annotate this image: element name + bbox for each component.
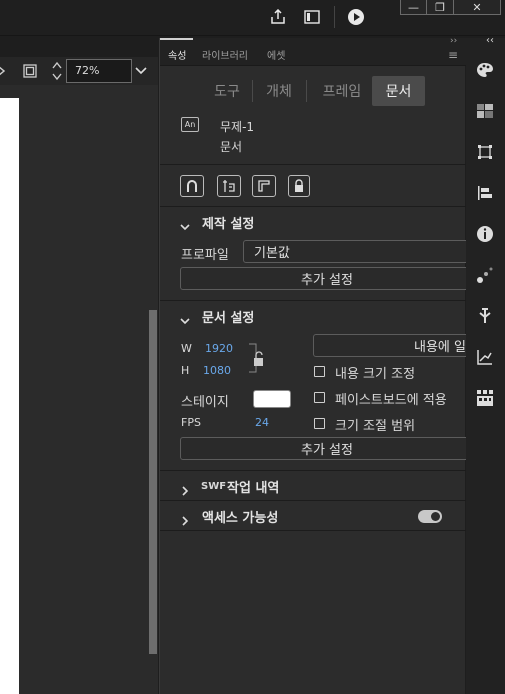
- height-value[interactable]: 1080: [203, 364, 231, 377]
- subtab-tool[interactable]: 도구: [202, 76, 252, 106]
- panel-collapse-icon[interactable]: ››: [450, 36, 457, 46]
- accessibility-header[interactable]: 액세스 가능성: [202, 507, 278, 526]
- tab-properties[interactable]: 속성: [168, 47, 186, 62]
- vertical-scrollbar[interactable]: [149, 310, 157, 654]
- chevron-down-icon[interactable]: [180, 311, 190, 325]
- panel-tabs: 속성 라이브러리 에셋 ›› ≡: [160, 36, 466, 66]
- profile-label: 프로파일: [181, 248, 229, 263]
- align-to-stage-icon[interactable]: [217, 175, 241, 197]
- active-tab-indicator: [160, 38, 193, 40]
- panel-icon-strip: ‹‹: [466, 35, 505, 694]
- components-icon[interactable]: [475, 306, 495, 326]
- height-label: H: [181, 364, 190, 377]
- apply-pasteboard-label: 페이스트보드에 적용: [335, 393, 447, 408]
- properties-panel: 속성 라이브러리 에셋 ›› ≡ 도구 개체 프레임 문서 An 무제-1 문서…: [159, 36, 474, 694]
- swatches-icon[interactable]: [475, 101, 495, 121]
- magnet-snap-icon[interactable]: [180, 175, 204, 197]
- clip-content-icon[interactable]: [20, 61, 40, 81]
- close-button[interactable]: ✕: [453, 0, 501, 15]
- width-label: W: [181, 342, 192, 355]
- transform-icon[interactable]: [475, 142, 495, 162]
- panel-layout-icon[interactable]: [302, 7, 322, 27]
- subtab-document[interactable]: 문서: [372, 76, 425, 106]
- subtab-divider: [306, 80, 307, 102]
- minimize-button[interactable]: —: [400, 0, 427, 15]
- motion-editor-icon[interactable]: [475, 347, 495, 367]
- chevron-right-icon[interactable]: [180, 481, 190, 496]
- strip-collapse-icon[interactable]: ‹‹: [486, 35, 494, 46]
- fps-value[interactable]: 24: [255, 416, 269, 429]
- zoom-stepper-icon[interactable]: [47, 59, 67, 83]
- profile-select[interactable]: 기본값: [243, 240, 473, 263]
- test-movie-play-icon[interactable]: [346, 7, 366, 27]
- ruler-icon[interactable]: [252, 175, 276, 197]
- scale-content-label: 내용 크기 조정: [335, 367, 416, 382]
- animate-file-icon: An: [181, 117, 199, 132]
- section-divider: [160, 206, 466, 207]
- toggle-knob: [431, 512, 440, 521]
- publish-settings-header[interactable]: 제작 설정: [202, 213, 254, 232]
- section-divider: [160, 470, 466, 471]
- section-divider: [160, 530, 466, 531]
- stage-color-label: 스테이지: [181, 395, 229, 410]
- align-icon[interactable]: [475, 183, 495, 203]
- section-divider: [160, 300, 466, 301]
- document-name: 무제-1: [220, 120, 255, 134]
- match-contents-button[interactable]: 내용에 일: [313, 334, 473, 357]
- fps-label: FPS: [181, 416, 201, 429]
- swf-history-header[interactable]: 작업 내역: [227, 477, 279, 496]
- section-divider: [160, 164, 466, 165]
- stage-canvas[interactable]: [0, 98, 19, 694]
- tab-library[interactable]: 라이브러리: [202, 47, 248, 62]
- zoom-input[interactable]: 72%: [66, 59, 132, 83]
- app-title-bar: — ❐ ✕: [0, 0, 505, 36]
- publish-more-settings-button[interactable]: 추가 설정: [180, 267, 474, 290]
- chevron-right-icon[interactable]: [180, 511, 190, 526]
- scale-content-checkbox[interactable]: [314, 366, 325, 377]
- toolbar-divider: [334, 6, 335, 28]
- chevron-right-icon[interactable]: [0, 61, 8, 81]
- motion-presets-icon[interactable]: [475, 265, 495, 285]
- subtab-divider: [252, 80, 253, 102]
- doc-more-settings-button[interactable]: 추가 설정: [180, 437, 474, 460]
- panel-menu-icon[interactable]: ≡: [448, 48, 458, 62]
- link-dimensions-icon[interactable]: [248, 340, 272, 376]
- document-settings-header[interactable]: 문서 설정: [202, 307, 254, 326]
- document-type: 문서: [220, 140, 243, 154]
- zoom-dropdown-icon[interactable]: [131, 61, 151, 81]
- scale-spans-label: 크기 조절 범위: [335, 419, 416, 434]
- scale-spans-checkbox[interactable]: [314, 418, 325, 429]
- stage-color-swatch[interactable]: [253, 390, 291, 408]
- code-snippets-icon[interactable]: [475, 388, 495, 408]
- lock-guides-icon[interactable]: [288, 175, 310, 197]
- subtab-object[interactable]: 개체: [254, 76, 304, 106]
- swf-badge: SWF: [201, 481, 227, 492]
- restore-button[interactable]: ❐: [426, 0, 454, 15]
- subtab-frame[interactable]: 프레임: [312, 76, 372, 106]
- color-palette-icon[interactable]: [475, 60, 495, 80]
- apply-pasteboard-checkbox[interactable]: [314, 392, 325, 403]
- section-divider: [160, 500, 466, 501]
- info-icon[interactable]: [475, 224, 495, 244]
- accessibility-toggle[interactable]: [418, 510, 442, 523]
- chevron-down-icon[interactable]: [180, 217, 190, 231]
- width-value[interactable]: 1920: [205, 342, 233, 355]
- share-icon[interactable]: [268, 7, 288, 27]
- stage-pasteboard[interactable]: [0, 85, 158, 694]
- tab-assets[interactable]: 에셋: [267, 47, 285, 62]
